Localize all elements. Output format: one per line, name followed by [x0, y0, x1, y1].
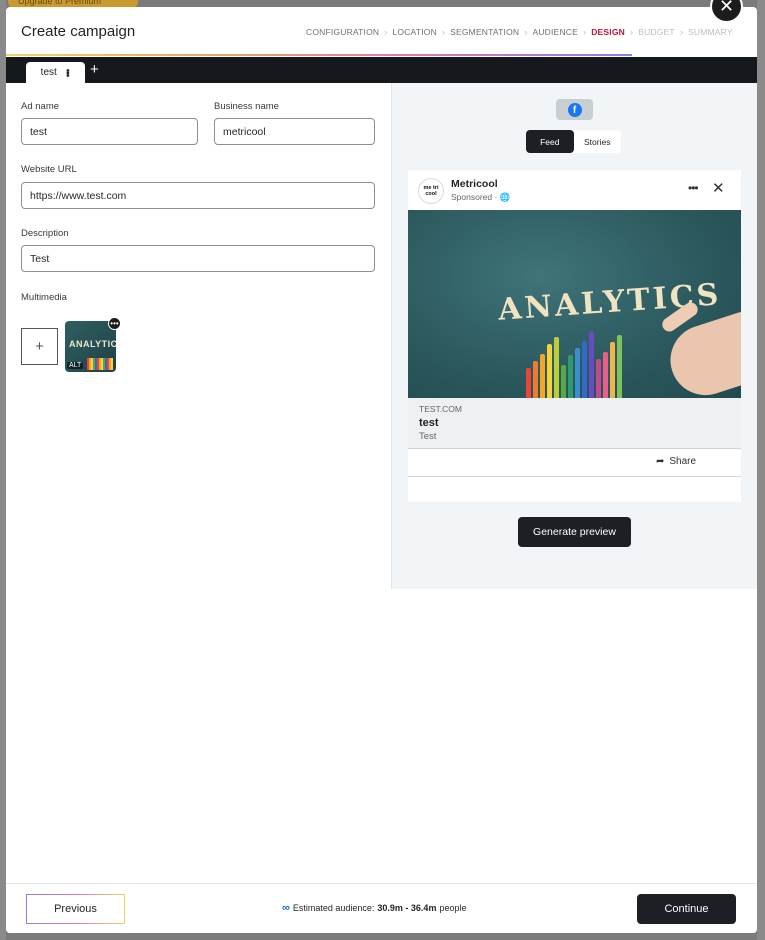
pencil-shape	[554, 337, 559, 398]
ad-preview-card: me tri cool Metricool Sponsored · 🌐 ••• …	[408, 170, 741, 502]
step-separator-icon: ›	[679, 27, 684, 37]
pencil-shape	[540, 354, 545, 398]
ad-tab-bar: test ••• +	[6, 57, 757, 83]
background-page-edge-right	[757, 0, 765, 940]
website-url-input[interactable]: https://www.test.com	[21, 182, 375, 209]
pencil-shape	[589, 331, 594, 398]
step-audience[interactable]: AUDIENCE	[532, 27, 578, 37]
thumbnail-text: ANALYTICS	[69, 339, 116, 349]
alt-text-badge[interactable]: ALT	[67, 362, 84, 369]
more-options-icon[interactable]: •••	[688, 181, 699, 195]
ad-card-divider	[408, 476, 741, 477]
ad-preview-panel: f Feed Stories me tri cool Metricool Spo…	[392, 83, 757, 589]
step-separator-icon: ›	[441, 27, 446, 37]
step-location[interactable]: LOCATION	[392, 27, 436, 37]
add-ad-tab-icon[interactable]: +	[90, 62, 99, 78]
facebook-icon: f	[567, 102, 582, 117]
website-url-label: Website URL	[21, 164, 77, 175]
step-segmentation[interactable]: SEGMENTATION	[450, 27, 519, 37]
media-thumbnail[interactable]: ANALYTICS ALT	[65, 321, 116, 372]
pencil-shape	[526, 368, 531, 398]
generate-preview-button[interactable]: Generate preview	[518, 517, 631, 547]
thumbnail-pencils	[87, 358, 113, 370]
ad-name-input[interactable]: test	[21, 118, 198, 145]
business-name-label: Business name	[214, 101, 279, 112]
ad-form: Ad name test Business name metricool Web…	[6, 83, 391, 589]
share-icon: ➦	[656, 456, 665, 467]
ad-domain: TEST.COM	[419, 404, 462, 414]
pencil-shape	[575, 348, 580, 398]
page-avatar: me tri cool	[418, 178, 444, 204]
step-budget[interactable]: BUDGET	[638, 27, 675, 37]
placement-switch: Feed Stories	[526, 130, 621, 153]
pencil-shape	[533, 361, 538, 398]
pencil-shape	[547, 344, 552, 398]
continue-button[interactable]: Continue	[637, 894, 736, 924]
sponsored-label: Sponsored · 🌐	[451, 192, 511, 202]
pencil-shape	[582, 341, 587, 398]
description-label: Description	[21, 228, 69, 239]
create-campaign-modal: Create campaign CONFIGURATION › LOCATION › S…	[6, 7, 757, 933]
pencil-shape	[603, 352, 608, 398]
upgrade-banner-text: Upgrade to Premium	[18, 0, 102, 6]
step-separator-icon: ›	[630, 27, 634, 37]
ad-tab-label: test	[40, 67, 57, 78]
ad-description: Test	[419, 431, 437, 442]
share-label: Share	[669, 456, 697, 467]
ad-tab-test[interactable]: test •••	[26, 62, 85, 83]
step-summary[interactable]: SUMMARY	[688, 27, 733, 37]
step-configuration[interactable]: CONFIGURATION	[306, 27, 379, 37]
step-separator-icon: ›	[384, 27, 388, 37]
estimated-audience: ∞ Estimated audience: 30.9m - 36.4m peop…	[282, 902, 466, 914]
add-media-button[interactable]: +	[21, 328, 58, 365]
pencil-shape	[561, 365, 566, 398]
ad-link-section: TEST.COM test Test	[408, 398, 741, 449]
step-separator-icon: ›	[583, 27, 587, 37]
ad-tab-menu-icon[interactable]: •••	[61, 69, 72, 77]
campaign-steps: CONFIGURATION › LOCATION › SEGMENTATION › AUDI…	[306, 27, 733, 37]
close-icon[interactable]: ✕	[712, 179, 725, 197]
ad-headline: test	[419, 417, 439, 429]
previous-button[interactable]: Previous	[26, 894, 125, 924]
pencil-shape	[568, 355, 573, 398]
description-input[interactable]: Test	[21, 245, 375, 272]
step-separator-icon: ›	[524, 27, 528, 37]
pencil-shape	[610, 342, 615, 398]
share-button[interactable]: ➦ Share	[656, 456, 696, 467]
business-name-input[interactable]: metricool	[214, 118, 375, 145]
ad-image: ANALYTICS	[408, 210, 741, 398]
placement-stories-button[interactable]: Stories	[574, 130, 622, 153]
audience-prefix: Estimated audience:	[292, 903, 375, 913]
meta-icon: ∞	[282, 902, 290, 914]
facebook-network-button[interactable]: f	[556, 99, 593, 120]
step-progress-bar	[6, 54, 632, 56]
multimedia-label: Multimedia	[21, 292, 67, 303]
placement-feed-button[interactable]: Feed	[526, 130, 574, 153]
modal-header: Create campaign CONFIGURATION › LOCATION › S…	[6, 7, 757, 55]
audience-suffix: people	[439, 903, 467, 913]
step-design[interactable]: DESIGN	[591, 27, 625, 37]
audience-range: 30.9m - 36.4m	[377, 903, 437, 913]
pencil-shape	[596, 359, 601, 398]
pencil-shape	[617, 335, 622, 398]
page-name: Metricool	[451, 178, 498, 190]
ad-card-header: me tri cool Metricool Sponsored · 🌐 ••• …	[408, 170, 741, 210]
modal-footer: Previous ∞ Estimated audience: 30.9m - 3…	[6, 883, 757, 933]
ad-name-label: Ad name	[21, 101, 60, 112]
modal-title: Create campaign	[21, 23, 136, 40]
thumbnail-options-icon[interactable]: •••	[108, 317, 121, 330]
